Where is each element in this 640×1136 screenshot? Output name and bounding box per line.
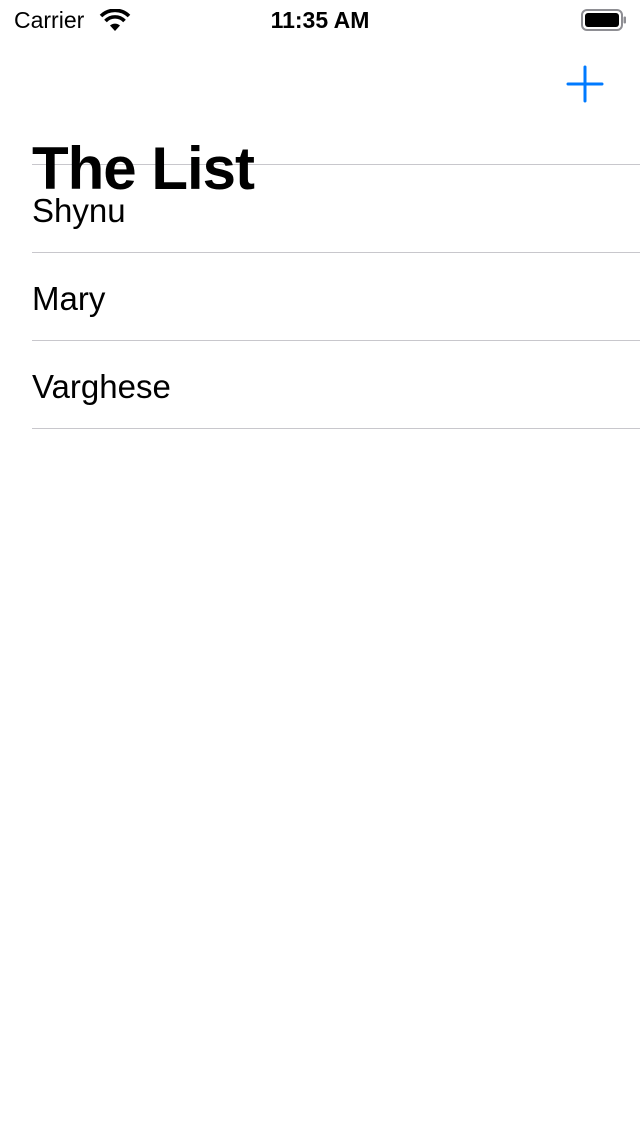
status-bar: Carrier 11:35 AM (0, 0, 640, 40)
clock: 11:35 AM (270, 7, 370, 33)
list-item[interactable]: Mary (32, 252, 640, 340)
list-item-label: Varghese (32, 368, 171, 405)
page-title: The List (32, 135, 255, 202)
list-item[interactable]: Varghese (32, 340, 640, 429)
list-item-label: Mary (32, 280, 106, 317)
add-button[interactable] (562, 60, 608, 106)
names-list: Shynu Mary Varghese (0, 164, 640, 429)
battery-icon (581, 9, 626, 31)
plus-icon (566, 65, 604, 103)
